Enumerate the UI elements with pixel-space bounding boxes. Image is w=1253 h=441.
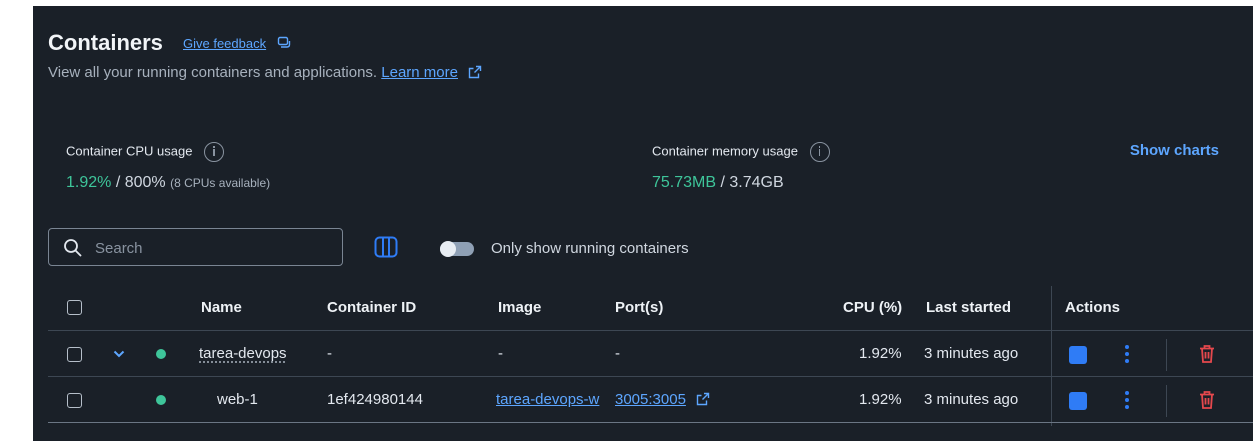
info-icon[interactable] — [809, 142, 830, 162]
header-divider — [48, 330, 1253, 331]
actions-divider — [1051, 286, 1052, 426]
column-header-cpu[interactable]: CPU (%) — [843, 299, 902, 316]
memory-used: 75.73MB — [652, 174, 717, 191]
cpu-total: / 800% — [115, 174, 166, 191]
more-vertical-icon[interactable] — [1125, 345, 1129, 363]
more-vertical-icon[interactable] — [1125, 391, 1129, 409]
external-link-icon[interactable] — [468, 65, 482, 79]
search-icon — [64, 239, 82, 257]
running-only-label: Only show running containers — [491, 240, 689, 257]
stop-icon[interactable] — [1069, 346, 1087, 364]
container-id: - — [327, 345, 332, 362]
containers-panel: Containers Give feedback View all your r… — [33, 6, 1253, 441]
status-running-icon — [156, 395, 166, 405]
stop-icon[interactable] — [1069, 392, 1087, 410]
give-feedback-link[interactable]: Give feedback — [183, 36, 266, 51]
search-box[interactable] — [48, 228, 343, 266]
actions-separator — [1166, 385, 1167, 417]
column-header-name[interactable]: Name — [201, 299, 242, 316]
status-running-icon — [156, 349, 166, 359]
column-header-actions: Actions — [1065, 299, 1121, 316]
memory-usage-label-text: Container memory usage — [652, 143, 798, 159]
columns-icon[interactable] — [374, 236, 398, 258]
trash-icon[interactable] — [1198, 344, 1216, 364]
container-cpu: 1.92% — [859, 391, 902, 408]
cpu-usage-value: 1.92% / 800% (8 CPUs available) — [66, 174, 270, 192]
page-subtitle: View all your running containers and app… — [48, 64, 482, 81]
container-image: - — [498, 345, 503, 362]
cpu-usage-label-text: Container CPU usage — [66, 143, 193, 159]
select-all-checkbox[interactable] — [67, 300, 82, 315]
memory-usage-value: 75.73MB / 3.74GB — [652, 174, 784, 192]
container-id: 1ef424980144 — [327, 391, 423, 408]
memory-total: / 3.74GB — [720, 174, 784, 191]
search-input[interactable] — [93, 235, 337, 261]
cpu-usage-label: Container CPU usage — [66, 142, 225, 162]
column-header-ports[interactable]: Port(s) — [615, 299, 663, 316]
chevron-down-icon[interactable] — [113, 350, 125, 358]
container-name[interactable]: tarea-devops — [199, 345, 287, 362]
column-header-image[interactable]: Image — [498, 299, 541, 316]
container-name[interactable]: web-1 — [217, 391, 258, 408]
row-checkbox[interactable] — [67, 347, 82, 362]
subtitle-text: View all your running containers and app… — [48, 64, 378, 81]
running-only-toggle[interactable] — [440, 241, 474, 257]
learn-more-link[interactable]: Learn more — [381, 64, 458, 81]
cpu-note: (8 CPUs available) — [170, 176, 271, 190]
trash-icon[interactable] — [1198, 390, 1216, 410]
container-last-started: 3 minutes ago — [924, 345, 1019, 362]
feedback-icon[interactable] — [277, 36, 291, 50]
row-divider — [48, 376, 1253, 377]
container-image-link[interactable]: tarea-devops-w — [496, 391, 612, 408]
show-charts-link[interactable]: Show charts — [1130, 142, 1219, 159]
column-header-container-id[interactable]: Container ID — [327, 299, 416, 316]
cpu-used: 1.92% — [66, 174, 112, 191]
column-header-last-started[interactable]: Last started — [926, 299, 1011, 316]
container-ports: 3005:3005 — [615, 391, 710, 408]
container-ports: - — [615, 345, 620, 362]
container-last-started: 3 minutes ago — [924, 391, 1019, 408]
port-link[interactable]: 3005:3005 — [615, 391, 686, 408]
row-checkbox[interactable] — [67, 393, 82, 408]
table-bottom-divider — [48, 422, 1253, 423]
external-link-icon[interactable] — [696, 392, 710, 406]
actions-separator — [1166, 339, 1167, 371]
page-title: Containers — [48, 30, 163, 55]
memory-usage-label: Container memory usage — [652, 142, 830, 162]
info-icon[interactable] — [204, 142, 225, 162]
container-cpu: 1.92% — [859, 345, 902, 362]
